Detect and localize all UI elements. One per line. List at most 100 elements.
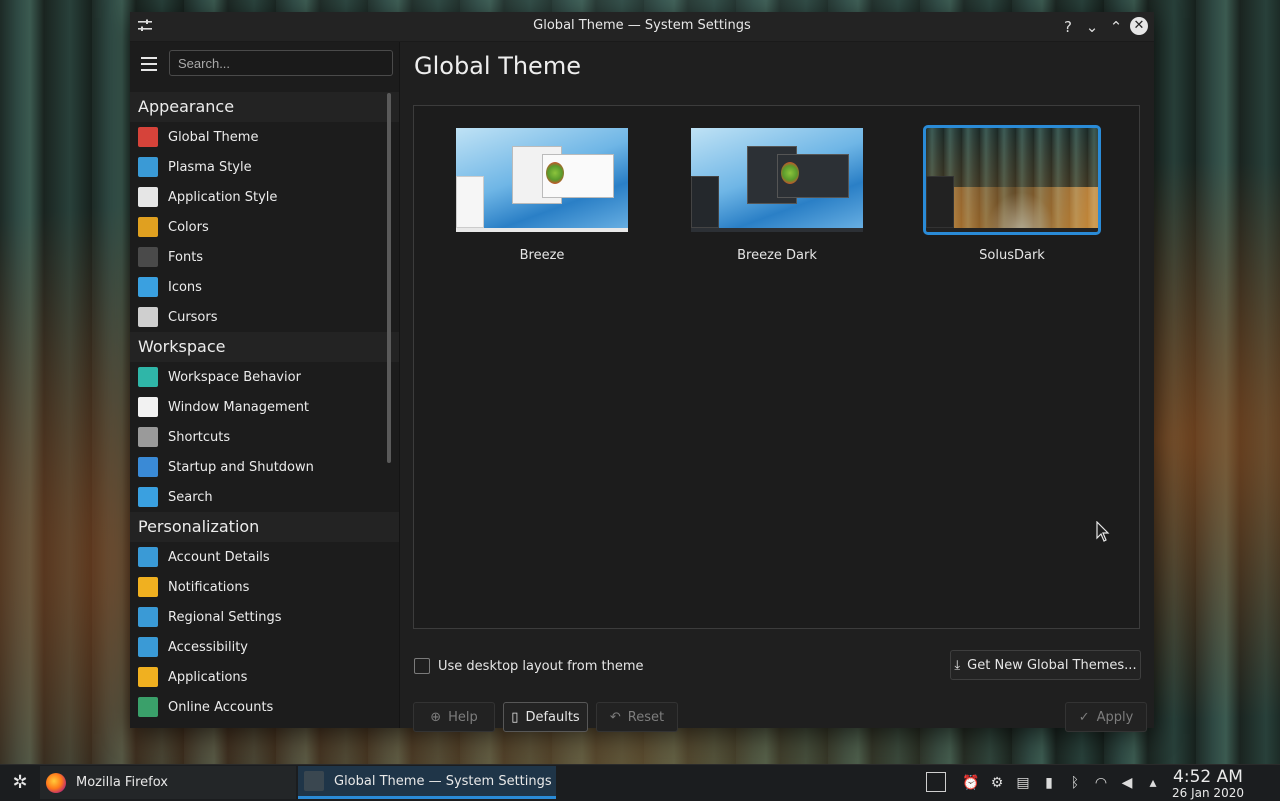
wifi-icon[interactable]: ◠ xyxy=(1092,774,1110,792)
workspace-behavior-icon xyxy=(138,367,158,387)
task-label: Global Theme — System Settings xyxy=(334,773,552,789)
sidebar-item-colors[interactable]: Colors xyxy=(130,212,399,242)
sidebar-item-window-management[interactable]: Window Management xyxy=(130,392,399,422)
expand-tray-icon[interactable]: ▴ xyxy=(1144,774,1162,792)
sidebar-category-workspace: Workspace xyxy=(130,332,399,362)
sidebar-category-personalization: Personalization xyxy=(130,512,399,542)
get-new-themes-button[interactable]: ⤓ Get New Global Themes... xyxy=(950,650,1141,680)
application-launcher-icon[interactable]: ✲ xyxy=(8,771,32,795)
maximize-button[interactable]: ⌃ xyxy=(1106,17,1126,37)
sidebar-item-regional-settings[interactable]: Regional Settings xyxy=(130,602,399,632)
sidebar-item-shortcuts[interactable]: Shortcuts xyxy=(130,422,399,452)
sidebar-item-label: Online Accounts xyxy=(168,699,274,715)
theme-label: SolusDark xyxy=(979,248,1045,263)
bluetooth-icon[interactable]: ᛒ xyxy=(1066,774,1084,792)
sidebar-item-account-details[interactable]: Account Details xyxy=(130,542,399,572)
use-desktop-layout-checkbox[interactable] xyxy=(414,658,430,674)
minimize-button[interactable]: ⌄ xyxy=(1082,17,1102,37)
global-theme-icon xyxy=(138,127,158,147)
clock-date: 26 Jan 2020 xyxy=(1172,786,1244,800)
task-label: Mozilla Firefox xyxy=(76,775,168,790)
sidebar-item-label: Icons xyxy=(168,279,202,295)
theme-breeze[interactable]: Breeze xyxy=(456,128,628,263)
download-icon: ⤓ xyxy=(954,657,961,673)
page-title: Global Theme xyxy=(414,52,581,80)
taskbar: ✲ Mozilla Firefox Global Theme — System … xyxy=(0,764,1280,801)
sidebar-item-label: Window Management xyxy=(168,399,310,415)
search-input[interactable] xyxy=(169,50,393,76)
theme-solusdark[interactable]: SolusDark xyxy=(923,125,1101,263)
defaults-button[interactable]: ▯ Defaults xyxy=(503,702,588,732)
shortcuts-icon xyxy=(138,427,158,447)
icons-icon xyxy=(138,277,158,297)
theme-grid: Breeze Breeze Dark SolusDark xyxy=(413,105,1140,629)
reset-button[interactable]: ↶ Reset xyxy=(596,702,678,732)
plasma-style-icon xyxy=(138,157,158,177)
system-settings-icon xyxy=(304,771,324,791)
defaults-icon: ▯ xyxy=(511,709,519,725)
use-desktop-layout-row[interactable]: Use desktop layout from theme xyxy=(414,658,643,674)
alarm-icon[interactable]: ⏰ xyxy=(962,774,980,792)
sidebar-item-plasma-style[interactable]: Plasma Style xyxy=(130,152,399,182)
show-desktop-icon[interactable] xyxy=(926,772,946,792)
sidebar-item-notifications[interactable]: Notifications xyxy=(130,572,399,602)
notifications-icon xyxy=(138,577,158,597)
main-content: Global Theme Breeze Breeze Dark SolusDar… xyxy=(400,42,1154,732)
sidebar-list: Appearance Global Theme Plasma Style Applic… xyxy=(130,92,399,722)
sidebar-item-label: Shortcuts xyxy=(168,429,231,445)
kde-connect-icon[interactable]: ⚙ xyxy=(988,774,1006,792)
window-title: Global Theme — System Settings xyxy=(533,18,751,33)
sidebar-item-startup-and-shutdown[interactable]: Startup and Shutdown xyxy=(130,452,399,482)
apply-button[interactable]: ✓ Apply xyxy=(1065,702,1147,732)
sidebar-item-label: Workspace Behavior xyxy=(168,369,301,385)
apply-label: Apply xyxy=(1096,709,1134,725)
sidebar-item-label: Cursors xyxy=(168,309,218,325)
task-firefox[interactable]: Mozilla Firefox xyxy=(40,766,296,799)
fonts-icon xyxy=(138,247,158,267)
reset-icon: ↶ xyxy=(609,709,621,725)
help-footer-button[interactable]: ⊕ Help xyxy=(413,702,495,732)
sidebar-item-search[interactable]: Search xyxy=(130,482,399,512)
hamburger-menu-icon[interactable] xyxy=(141,57,157,71)
sidebar-item-label: Plasma Style xyxy=(168,159,252,175)
volume-muted-icon[interactable]: ◀ xyxy=(1118,774,1136,792)
clock-time: 4:52 AM xyxy=(1173,767,1243,787)
sidebar-item-label: Search xyxy=(168,489,213,505)
clock[interactable]: 4:52 AM 26 Jan 2020 xyxy=(1168,767,1248,800)
theme-label: Breeze xyxy=(519,248,565,263)
sidebar-scrollbar[interactable] xyxy=(387,93,391,463)
firefox-icon xyxy=(46,772,66,793)
task-system-settings[interactable]: Global Theme — System Settings xyxy=(298,766,556,799)
sidebar-category-appearance: Appearance xyxy=(130,92,399,122)
colors-icon xyxy=(138,217,158,237)
usb-device-icon[interactable]: ▮ xyxy=(1040,774,1058,792)
sidebar-item-online-accounts[interactable]: Online Accounts xyxy=(130,692,399,722)
theme-preview-image xyxy=(923,125,1101,235)
checkmark-icon: ✓ xyxy=(1078,709,1090,725)
clipboard-icon[interactable]: ▤ xyxy=(1014,774,1032,792)
help-button[interactable]: ? xyxy=(1058,17,1078,37)
theme-preview-image xyxy=(691,128,863,232)
application-style-icon xyxy=(138,187,158,207)
window-titlebar[interactable]: Global Theme — System Settings ? ⌄ ⌃ ✕ xyxy=(130,12,1154,42)
sidebar-item-cursors[interactable]: Cursors xyxy=(130,302,399,332)
sidebar-item-icons[interactable]: Icons xyxy=(130,272,399,302)
sidebar-item-fonts[interactable]: Fonts xyxy=(130,242,399,272)
search-icon xyxy=(138,487,158,507)
sidebar-item-workspace-behavior[interactable]: Workspace Behavior xyxy=(130,362,399,392)
sidebar-item-accessibility[interactable]: Accessibility xyxy=(130,632,399,662)
sidebar-item-applications[interactable]: Applications xyxy=(130,662,399,692)
help-label: Help xyxy=(448,709,478,725)
sidebar: Appearance Global Theme Plasma Style Applic… xyxy=(130,42,400,728)
sidebar-item-global-theme[interactable]: Global Theme xyxy=(130,122,399,152)
theme-label: Breeze Dark xyxy=(737,248,817,263)
reset-label: Reset xyxy=(627,709,665,725)
sidebar-item-label: Startup and Shutdown xyxy=(168,459,314,475)
close-button[interactable]: ✕ xyxy=(1130,17,1148,35)
sidebar-item-label: Colors xyxy=(168,219,209,235)
startup-shutdown-icon xyxy=(138,457,158,477)
theme-breeze-dark[interactable]: Breeze Dark xyxy=(691,128,863,263)
sidebar-item-label: Applications xyxy=(168,669,248,685)
theme-preview-image xyxy=(456,128,628,232)
sidebar-item-application-style[interactable]: Application Style xyxy=(130,182,399,212)
